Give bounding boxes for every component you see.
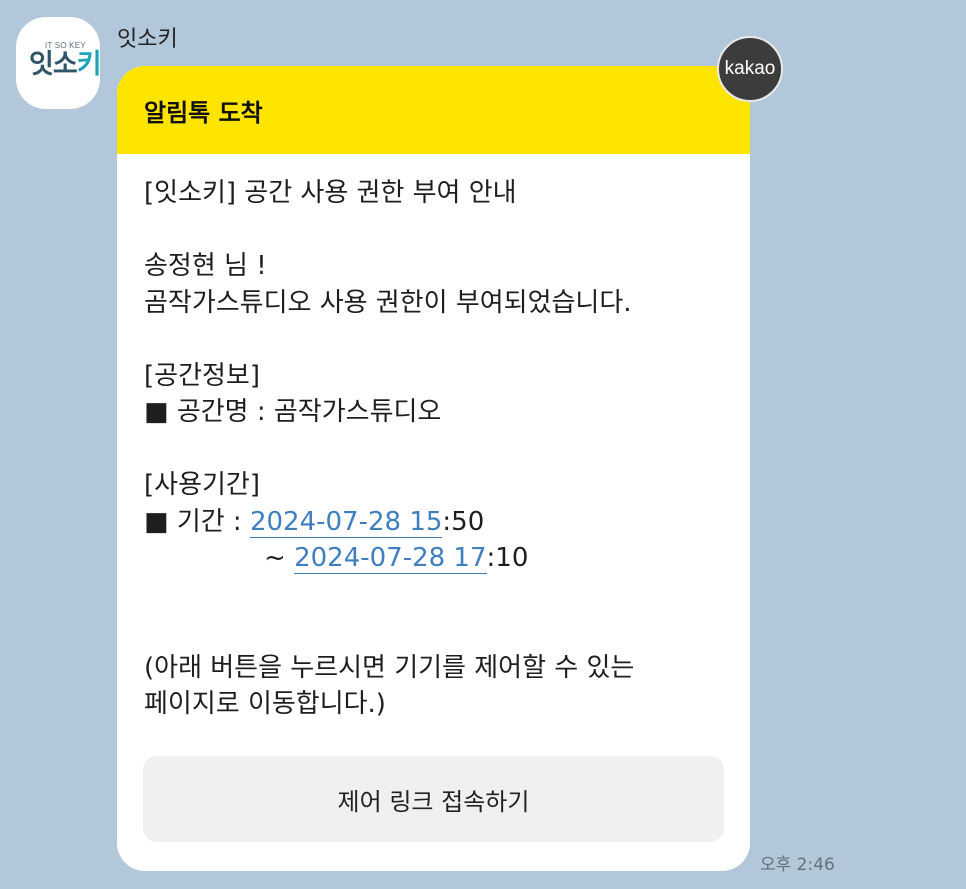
period-start-row: ■ 기간 : 2024-07-28 15:50: [144, 506, 485, 538]
period-end-link[interactable]: 2024-07-28 17: [294, 543, 487, 574]
sender-avatar[interactable]: IT SO KEY 잇소키: [16, 17, 100, 109]
sender-name: 잇소키: [117, 27, 178, 52]
space-section-title: [공간정보]: [144, 360, 260, 391]
message-timestamp: 오후 2:46: [760, 855, 835, 875]
chat-screen: IT SO KEY 잇소키 잇소키 알림톡 도착 [잇소키] 공간 사용 권한 …: [0, 0, 966, 889]
note-line-2: 페이지로 이동합니다.): [144, 689, 386, 719]
message-greeting: 송정현 님 !: [144, 251, 267, 281]
control-link-button[interactable]: 제어 링크 접속하기: [143, 756, 724, 842]
message-heading: [잇소키] 공간 사용 권한 부여 안내: [144, 178, 517, 208]
logo-main-text: 잇소키: [29, 49, 100, 80]
kakao-badge: kakao: [717, 36, 783, 102]
alimtalk-bubble: 알림톡 도착 [잇소키] 공간 사용 권한 부여 안내 송정현 님 ! 곰작가스…: [117, 66, 750, 871]
bubble-header-title: 알림톡 도착: [144, 98, 263, 127]
note-line-1: (아래 버튼을 누르시면 기기를 제어할 수 있는: [144, 652, 635, 683]
message-body: [잇소키] 공간 사용 권한 부여 안내 송정현 님 ! 곰작가스튜디오 사용 …: [144, 175, 734, 723]
period-section-title: [사용기간]: [144, 470, 260, 500]
period-start-link[interactable]: 2024-07-28 15: [249, 506, 443, 538]
space-name-row: ■ 공간명 : 곰작가스튜디오: [144, 397, 442, 427]
period-end-row: ~ 2024-07-28 17:10: [264, 543, 529, 574]
message-granted: 곰작가스튜디오 사용 권한이 부여되었습니다.: [144, 287, 632, 318]
bubble-header: 알림톡 도착: [117, 66, 750, 154]
itsokey-logo: IT SO KEY 잇소키: [23, 41, 100, 85]
